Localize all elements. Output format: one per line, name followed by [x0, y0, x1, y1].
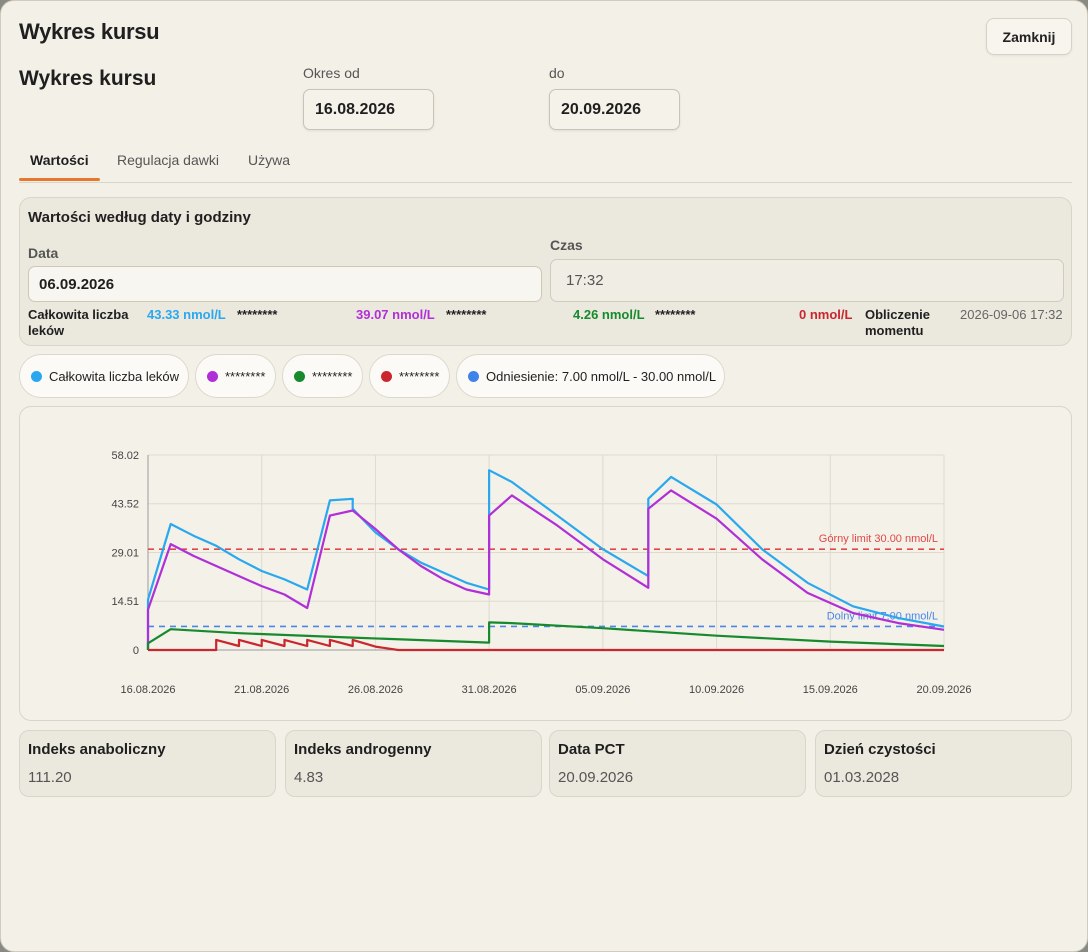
legend-label: ********	[225, 369, 266, 384]
x-tick-label: 16.08.2026	[120, 684, 175, 696]
chart-grid	[147, 454, 945, 651]
x-tick-label: 05.09.2026	[575, 684, 630, 696]
legend-item-total[interactable]: Całkowita liczba leków	[19, 354, 189, 398]
legend-item-series2[interactable]: ********	[195, 354, 276, 398]
total-series-line	[146, 469, 945, 650]
moment-label: Obliczenie momentu	[865, 307, 931, 338]
series3-value: 4.26 nmol/L	[573, 307, 645, 322]
hidden-name-1: ********	[237, 307, 278, 322]
legend-dot-icon	[31, 371, 42, 382]
page-title: Wykres kursu	[19, 67, 157, 90]
series-lines	[146, 469, 945, 652]
moment-value: 2026-09-06 17:32	[960, 307, 1063, 322]
date-input[interactable]: 06.09.2026	[28, 266, 542, 302]
legend-label: ********	[399, 369, 440, 384]
time-label: Czas	[550, 237, 583, 253]
x-tick-label: 21.08.2026	[234, 684, 289, 696]
course-chart: Górny limit 30.00 nmol/L Dolny limit 7.00…	[111, 450, 971, 696]
y-tick-label: 29.01	[111, 548, 139, 560]
hidden-name-3: ********	[655, 307, 696, 322]
close-button[interactable]: Zamknij	[986, 18, 1072, 55]
stat-value: 111.20	[28, 769, 72, 786]
tick-labels: 0 14.51 29.01 43.52 58.02 16.08.2026 21.08.202…	[111, 450, 971, 696]
total-label: Całkowita liczba leków	[28, 307, 129, 338]
y-tick-label: 43.52	[111, 499, 139, 511]
to-date-field[interactable]: 20.09.2026	[549, 89, 680, 130]
x-tick-label: 10.09.2026	[689, 684, 744, 696]
time-input[interactable]: 17:32	[550, 259, 1064, 302]
legend-item-series4[interactable]: ********	[369, 354, 450, 398]
tab-values[interactable]: Wartości	[30, 152, 89, 168]
legend-item-reference[interactable]: Odniesienie: 7.00 nmol/L - 30.00 nmol/L	[456, 354, 725, 398]
stat-label: Indeks androgenny	[294, 741, 432, 758]
x-tick-label: 26.08.2026	[348, 684, 403, 696]
tab-bar: Wartości Regulacja dawki Używa	[19, 141, 1072, 183]
legend-label: ********	[312, 369, 353, 384]
y-tick-label: 58.02	[111, 450, 139, 462]
legend-label: Odniesienie: 7.00 nmol/L - 30.00 nmol/L	[486, 369, 717, 384]
stat-clean-day: Dzień czystości 01.03.2028	[815, 730, 1072, 797]
stat-value: 4.83	[294, 769, 324, 786]
values-panel: Wartości według daty i godziny Data 06.0…	[19, 197, 1072, 346]
series2-value: 39.07 nmol/L	[356, 307, 435, 322]
series4-value: 0 nmol/L	[799, 307, 853, 322]
stat-value: 20.09.2026	[558, 769, 634, 786]
window-title: Wykres kursu	[19, 19, 160, 44]
stat-label: Dzień czystości	[824, 741, 936, 758]
legend-dot-icon	[381, 371, 392, 382]
to-label: do	[549, 65, 565, 81]
chart-dialog: Wykres kursu Zamknij Wykres kursu Okres …	[0, 0, 1088, 952]
x-tick-label: 31.08.2026	[462, 684, 517, 696]
stat-label: Indeks anaboliczny	[28, 741, 166, 758]
values-panel-title: Wartości według daty i godziny	[28, 209, 251, 226]
legend-dot-icon	[468, 371, 479, 382]
stat-pct-date: Data PCT 20.09.2026	[549, 730, 806, 797]
active-tab-indicator	[19, 178, 100, 181]
hidden-name-2: ********	[446, 307, 487, 322]
tab-uses[interactable]: Używa	[248, 152, 290, 168]
stat-value: 01.03.2028	[824, 769, 900, 786]
chart-panel: Górny limit 30.00 nmol/L Dolny limit 7.00…	[19, 406, 1072, 721]
legend-dot-icon	[207, 371, 218, 382]
from-date-field[interactable]: 16.08.2026	[303, 89, 434, 130]
legend-item-series3[interactable]: ********	[282, 354, 363, 398]
stat-androgenic-index: Indeks androgenny 4.83	[285, 730, 542, 797]
upper-limit-label: Górny limit 30.00 nmol/L	[819, 533, 938, 545]
y-tick-label: 14.51	[111, 596, 139, 608]
lower-limit-label: Dolny limit 7.00 nmol/L	[827, 610, 938, 622]
reference-lines: Górny limit 30.00 nmol/L Dolny limit 7.00…	[148, 533, 944, 628]
x-tick-label: 20.09.2026	[916, 684, 971, 696]
total-value: 43.33 nmol/L	[147, 307, 226, 322]
y-tick-label: 0	[133, 645, 139, 657]
legend-label: Całkowita liczba leków	[49, 369, 180, 384]
date-label: Data	[28, 245, 59, 261]
stat-anabolic-index: Indeks anaboliczny 111.20	[19, 730, 276, 797]
x-tick-label: 15.09.2026	[803, 684, 858, 696]
from-label: Okres od	[303, 65, 360, 81]
legend-dot-icon	[294, 371, 305, 382]
stat-label: Data PCT	[558, 741, 625, 758]
tab-dose-regulation[interactable]: Regulacja dawki	[117, 152, 219, 168]
